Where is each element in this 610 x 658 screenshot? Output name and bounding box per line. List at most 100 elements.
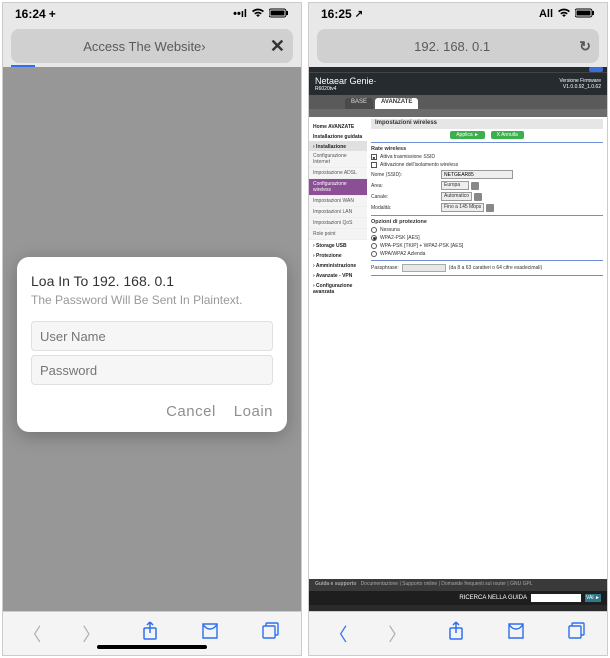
cancel-button[interactable]: Cancel xyxy=(166,403,216,420)
main-tabs: BASE AVANZATE xyxy=(309,95,607,109)
mode-select[interactable]: Fino a 145 Mbps xyxy=(441,203,484,212)
back-icon[interactable]: 〈 xyxy=(23,621,41,647)
side-item[interactable]: Configurazione Internet xyxy=(309,151,367,168)
sec-none-radio[interactable] xyxy=(371,227,377,233)
wifi-icon xyxy=(251,8,265,21)
ssid-input[interactable] xyxy=(441,170,513,179)
url-text: Access The Website› xyxy=(19,39,270,54)
sub-tabs-strip xyxy=(309,109,607,117)
passphrase-input[interactable] xyxy=(402,264,446,272)
page-content: Netaear Genie· R6020tv4 Versione Firmwar… xyxy=(309,67,607,611)
sec-none-label: Nessuna xyxy=(380,227,400,233)
sec-mix-label: WPA-PSK [TKIP] + WPA2-PSK [AES] xyxy=(380,243,463,249)
pp-label: Passphrase: xyxy=(371,265,399,271)
tab-base[interactable]: BASE xyxy=(345,98,373,109)
channel-select[interactable]: Automatico xyxy=(441,192,472,201)
fw-version: V1.0.0.92_1.0.62 xyxy=(559,84,601,90)
router-sidebar: Home AVANZATE Installazione guidata › In… xyxy=(309,117,367,296)
address-bar[interactable]: 192. 168. 0.1 ↻ xyxy=(317,29,599,63)
tab-advanced[interactable]: AVANZATE xyxy=(375,98,418,109)
area-go-icon[interactable] xyxy=(471,182,479,190)
security-title: Opzioni di protezione xyxy=(371,219,603,225)
side-item[interactable]: Role point xyxy=(309,229,367,240)
auth-title: Loa In To 192. 168. 0.1 xyxy=(31,273,273,289)
area-select[interactable]: Europa xyxy=(441,181,469,190)
bookmarks-icon[interactable] xyxy=(200,622,220,645)
side-item[interactable]: Impostazioni QoS xyxy=(309,218,367,229)
guide-search-input[interactable] xyxy=(531,594,581,602)
side-install[interactable]: › Installazione xyxy=(309,141,367,151)
router-search-footer: RICERCA NELLA GUIDA VAI ► xyxy=(309,591,607,605)
router-guide-footer: Guida e supporto Documentazione | Suppor… xyxy=(309,579,607,591)
close-icon[interactable]: ✕ xyxy=(270,36,285,57)
url-text: 192. 168. 0.1 xyxy=(325,39,579,54)
side-item[interactable]: Impostazione ADSL xyxy=(309,168,367,179)
auth-subtitle: The Password Will Be Sent In Plaintext. xyxy=(31,293,273,307)
side-item-wireless[interactable]: Configurazione wireless xyxy=(309,179,367,196)
router-main-panel: Impostazioni wireless Applica ► X Annull… xyxy=(367,117,607,296)
bookmarks-icon[interactable] xyxy=(506,622,526,645)
address-bar[interactable]: Access The Website› ✕ xyxy=(11,29,293,63)
login-button[interactable]: Loain xyxy=(234,403,273,420)
ssid-label: Attiva trasmissione SSID xyxy=(380,154,435,160)
guide-search-go[interactable]: VAI ► xyxy=(585,594,601,602)
router-header: Netaear Genie· R6020tv4 Versione Firmwar… xyxy=(309,73,607,95)
sec-aes-label: WPA2-PSK [AES] xyxy=(380,235,420,241)
isolation-checkbox[interactable] xyxy=(371,162,377,168)
guide-label: Guida e supporto xyxy=(315,581,356,587)
forward-icon[interactable]: 〉 xyxy=(82,621,100,647)
chan-label: Canale: xyxy=(371,194,441,200)
apply-button[interactable]: Applica ► xyxy=(450,131,485,139)
home-indicator xyxy=(97,645,207,649)
side-vpn[interactable]: › Avanzate - VPN xyxy=(309,270,367,280)
wifi-icon xyxy=(557,8,571,21)
side-item[interactable]: Impostazioni LAN xyxy=(309,207,367,218)
isolation-label: Attivazione dell'isolamento wireless xyxy=(380,162,458,168)
status-time: 16:24 xyxy=(15,7,46,21)
chan-go-icon[interactable] xyxy=(474,193,482,201)
sec-aes-radio[interactable] xyxy=(371,235,377,241)
side-protection[interactable]: › Protezione xyxy=(309,250,367,260)
side-home[interactable]: Home AVANZATE xyxy=(309,121,367,131)
cancel-button[interactable]: X Annulla xyxy=(491,131,524,139)
share-icon[interactable] xyxy=(141,621,159,646)
page-content: Loa In To 192. 168. 0.1 The Password Wil… xyxy=(3,67,301,611)
location-icon: ↗ xyxy=(355,9,363,20)
reload-icon[interactable]: ↻ xyxy=(579,38,591,55)
router-model: R6020tv4 xyxy=(315,86,377,92)
signal-icon: ••ıl xyxy=(233,8,247,20)
battery-icon xyxy=(269,8,289,21)
ssid-checkbox[interactable] xyxy=(371,154,377,160)
tabs-icon[interactable] xyxy=(261,622,281,645)
status-bar: 16:25 ↗ All xyxy=(309,3,607,25)
area-label: Area: xyxy=(371,183,441,189)
forward-icon[interactable]: 〉 xyxy=(388,621,406,647)
side-advconf[interactable]: › Configurazione avanzata xyxy=(309,280,367,296)
phone-right: 16:25 ↗ All 192. 168. 0.1 ↻ xyxy=(308,2,608,656)
password-input[interactable] xyxy=(31,355,273,385)
tabs-icon[interactable] xyxy=(567,622,587,645)
bottom-strip xyxy=(309,605,607,611)
side-wizard[interactable]: Installazione guidata xyxy=(309,131,367,141)
status-bar: 16:24 + ••ıl xyxy=(3,3,301,25)
mode-go-icon[interactable] xyxy=(486,204,494,212)
router-brand: Netaear Genie· xyxy=(315,76,377,86)
share-icon[interactable] xyxy=(447,621,465,646)
header-button[interactable] xyxy=(589,67,603,72)
status-time: 16:25 xyxy=(321,7,352,21)
sec-mix-radio[interactable] xyxy=(371,243,377,249)
side-admin[interactable]: › Amministrazione xyxy=(309,260,367,270)
name-label: Nome (SSID): xyxy=(371,172,441,178)
username-input[interactable] xyxy=(31,321,273,351)
mode-label: Modalità: xyxy=(371,205,441,211)
rate-title: Rate wireless xyxy=(371,146,603,152)
panel-heading: Impostazioni wireless xyxy=(371,119,603,129)
carrier-label: All xyxy=(539,8,553,20)
back-icon[interactable]: 〈 xyxy=(329,621,347,647)
guide-links[interactable]: Documentazione | Supporto online | Doman… xyxy=(361,581,533,587)
side-item[interactable]: Impostazioni WAN xyxy=(309,196,367,207)
sec-ent-radio[interactable] xyxy=(371,251,377,257)
browser-toolbar: 〈 〉 xyxy=(309,611,607,655)
side-usb[interactable]: › Storage USB xyxy=(309,240,367,250)
pp-hint: (da 8 a 63 caratteri o 64 cifre esadecim… xyxy=(449,265,542,271)
